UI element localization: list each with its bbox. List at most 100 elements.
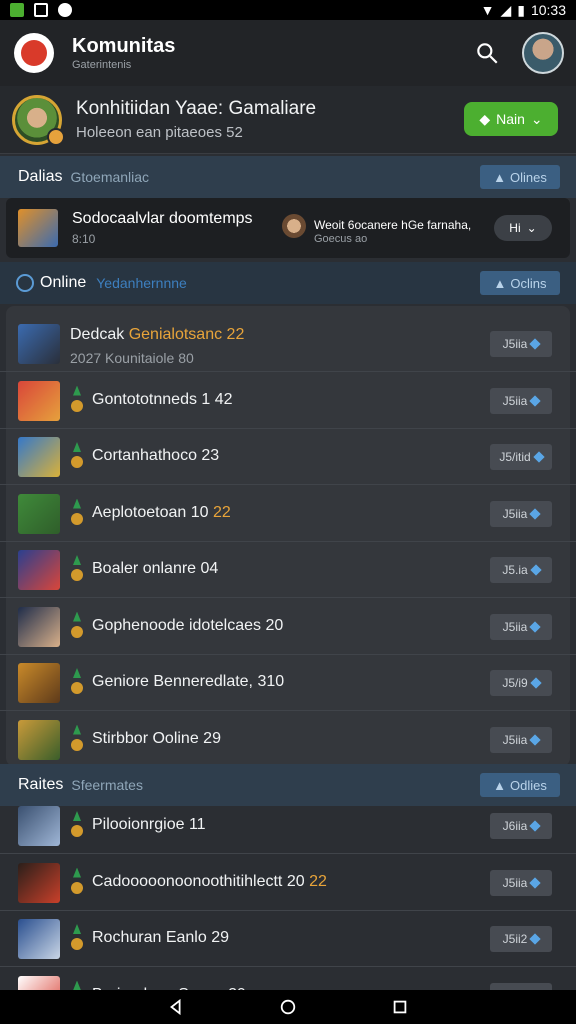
featured-mini-title: Weoit 6ocanere hGe farnaha, bbox=[314, 218, 472, 232]
list-item[interactable]: Aeplotoetoan 10 22 J5iia bbox=[0, 486, 576, 542]
list-item-name-text: Stirbbor Ooline 29 bbox=[92, 729, 221, 747]
rank-medal-icon bbox=[70, 555, 84, 585]
wifi-icon: ▼ bbox=[480, 2, 495, 18]
featured-dropdown-button[interactable]: Hi ⌄ bbox=[494, 215, 552, 241]
list-item-name-text: Boaler onlanre 04 bbox=[92, 560, 219, 577]
list-item-name-text: Dedcak bbox=[70, 326, 125, 343]
list-item[interactable]: Cadooooonoonoothitihlectt 20 22 J5iia bbox=[0, 855, 576, 911]
status-icons-left bbox=[10, 3, 72, 17]
list-item-name: Geniore Benneredlate, 310 bbox=[92, 673, 284, 691]
featured-title: Sodocaalvlar doomtemps bbox=[72, 210, 253, 227]
player-thumbnail bbox=[18, 919, 60, 959]
list-item-name: Stirbbor Ooline 29 bbox=[92, 730, 221, 748]
list-item-action-button[interactable]: J5iia bbox=[490, 869, 552, 896]
list-item-name-text: Pilooionrgioe 11 bbox=[92, 816, 206, 833]
diamond-icon bbox=[529, 394, 542, 407]
tag-icon: ◆ bbox=[479, 110, 491, 127]
list-item-action-button[interactable]: J5iia bbox=[490, 613, 552, 640]
chevron-down-icon: ⌄ bbox=[530, 110, 543, 127]
list-item[interactable]: Stirbbor Ooline 29 J5iia bbox=[0, 712, 576, 768]
online-filter-button[interactable]: ▲ Oclins bbox=[480, 271, 560, 295]
join-label: Nain bbox=[496, 111, 525, 127]
list-item-name-text: Gophenoode idotelcaes 20 bbox=[92, 616, 284, 634]
list-item-action-button[interactable]: J5.ia bbox=[490, 557, 552, 583]
list-item-subtitle: 2027 Kounitaiole 80 bbox=[70, 350, 194, 366]
list-item-action-button[interactable]: J5ii2 bbox=[490, 926, 552, 952]
home-icon[interactable] bbox=[279, 998, 297, 1016]
back-icon[interactable] bbox=[167, 998, 185, 1016]
list-item[interactable]: Pilooionrgioe 11 J6iia bbox=[0, 798, 576, 854]
player-thumbnail bbox=[18, 324, 60, 364]
list-item-action-button[interactable]: J5iia bbox=[490, 387, 552, 414]
list-item-name-text: Geniore Benneredlate, 310 bbox=[92, 673, 285, 690]
action-button-label: J5iia bbox=[502, 732, 528, 747]
action-button-label: J5/itid bbox=[499, 450, 531, 464]
search-icon[interactable] bbox=[474, 40, 500, 66]
action-button-label: J5ii2 bbox=[502, 932, 528, 946]
action-button-label: J6iia bbox=[502, 819, 528, 833]
section-title: Raites bbox=[18, 776, 64, 793]
notification-icon bbox=[58, 3, 72, 17]
diamond-icon bbox=[529, 507, 542, 520]
join-button[interactable]: ◆ Nain ⌄ bbox=[464, 102, 558, 136]
section-button-label: Olines bbox=[510, 169, 547, 185]
featured-mini-subtitle: Goecus ao bbox=[314, 233, 368, 245]
list-item[interactable]: Dedcak Genialotsanc 22 2027 Kounitaiole 8… bbox=[0, 316, 576, 372]
screenshot-icon bbox=[34, 3, 48, 17]
player-thumbnail bbox=[18, 663, 60, 703]
list-item[interactable]: Geniore Benneredlate, 310 J5/i9 bbox=[0, 655, 576, 711]
action-button-label: J5iia bbox=[502, 393, 528, 408]
list-item-action-button[interactable]: J6iia bbox=[490, 813, 552, 839]
list-item[interactable]: Gophenoode idotelcaes 20 J5iia bbox=[0, 599, 576, 655]
diamond-icon bbox=[529, 733, 542, 746]
list-item-action-button[interactable]: J5iia bbox=[490, 500, 552, 527]
user-avatar[interactable] bbox=[522, 32, 564, 74]
action-button-label: J5.ia bbox=[502, 563, 528, 577]
app-bar: Komunitas Gaterintenis bbox=[0, 20, 576, 86]
featured-thumbnail bbox=[18, 209, 58, 247]
featured-card[interactable]: Sodocaalvlar doomtemps 8:10 Weoit 6ocane… bbox=[6, 198, 570, 258]
diamond-icon bbox=[529, 820, 542, 832]
section-filter-button[interactable]: ▲ Olines bbox=[480, 165, 560, 189]
player-thumbnail bbox=[18, 550, 60, 590]
rank-medal-icon bbox=[70, 724, 84, 755]
rank-medal-icon bbox=[70, 867, 84, 898]
navigation-bar bbox=[0, 990, 576, 1024]
list-item-name: Dedcak Genialotsanc 22 bbox=[70, 326, 244, 344]
list-item[interactable]: Boaler onlanre 04 J5.ia bbox=[0, 542, 576, 598]
list-item-action-button[interactable]: J5/itid bbox=[490, 444, 552, 470]
list-item-name-text: Aeplotoetoan 10 bbox=[92, 503, 209, 521]
section-filter-button[interactable]: ▲ Odlies bbox=[480, 773, 560, 797]
battery-icon: ▮ bbox=[517, 1, 525, 18]
rank-medal-icon bbox=[70, 611, 84, 642]
featured-mini-avatar bbox=[282, 214, 306, 238]
list-item-name: Rochuran Eanlo 29 bbox=[92, 929, 229, 947]
list-item[interactable]: Cortanhathoco 23 J5/itid bbox=[0, 429, 576, 485]
list-item-highlight: Genialotsanc 22 bbox=[128, 326, 245, 343]
diamond-icon bbox=[533, 451, 545, 463]
community-subtitle: Holeeon ean pitaeoes 52 bbox=[76, 124, 243, 141]
list-item-highlight: 22 bbox=[309, 872, 327, 890]
player-thumbnail bbox=[18, 606, 60, 647]
list-item-name: Cortanhathoco 23 bbox=[92, 447, 219, 465]
list-item-name-text: Cadooooonoonoothitihlectt 20 bbox=[92, 872, 305, 890]
list-item-action-button[interactable]: J5iia bbox=[490, 726, 552, 753]
action-button-label: J5iia bbox=[502, 875, 528, 890]
rank-medal-icon bbox=[70, 811, 84, 841]
arrow-up-icon: ▲ bbox=[493, 777, 506, 793]
list-item-action-button[interactable]: J5iia bbox=[490, 331, 552, 357]
rank-medal-icon bbox=[70, 924, 84, 954]
list-item-action-button[interactable]: J5/i9 bbox=[490, 670, 552, 696]
action-button-label: J5/i9 bbox=[502, 676, 528, 690]
diamond-icon bbox=[530, 564, 542, 576]
list-item[interactable]: Gontototnneds 1 42 J5iia bbox=[0, 373, 576, 429]
list-item[interactable]: Rochuran Eanlo 29 J5ii2 bbox=[0, 911, 576, 967]
list-item-name: Gontototnneds 1 42 bbox=[92, 391, 233, 409]
rank-medal-icon bbox=[70, 385, 84, 416]
community-avatar bbox=[12, 94, 65, 146]
app-notification-icon bbox=[10, 3, 24, 17]
diamond-icon bbox=[529, 933, 542, 945]
list-item-name-text: Cortanhathoco 23 bbox=[92, 447, 220, 464]
list-item-name: Gophenoode idotelcaes 20 bbox=[92, 617, 283, 635]
recents-icon[interactable] bbox=[391, 998, 409, 1016]
